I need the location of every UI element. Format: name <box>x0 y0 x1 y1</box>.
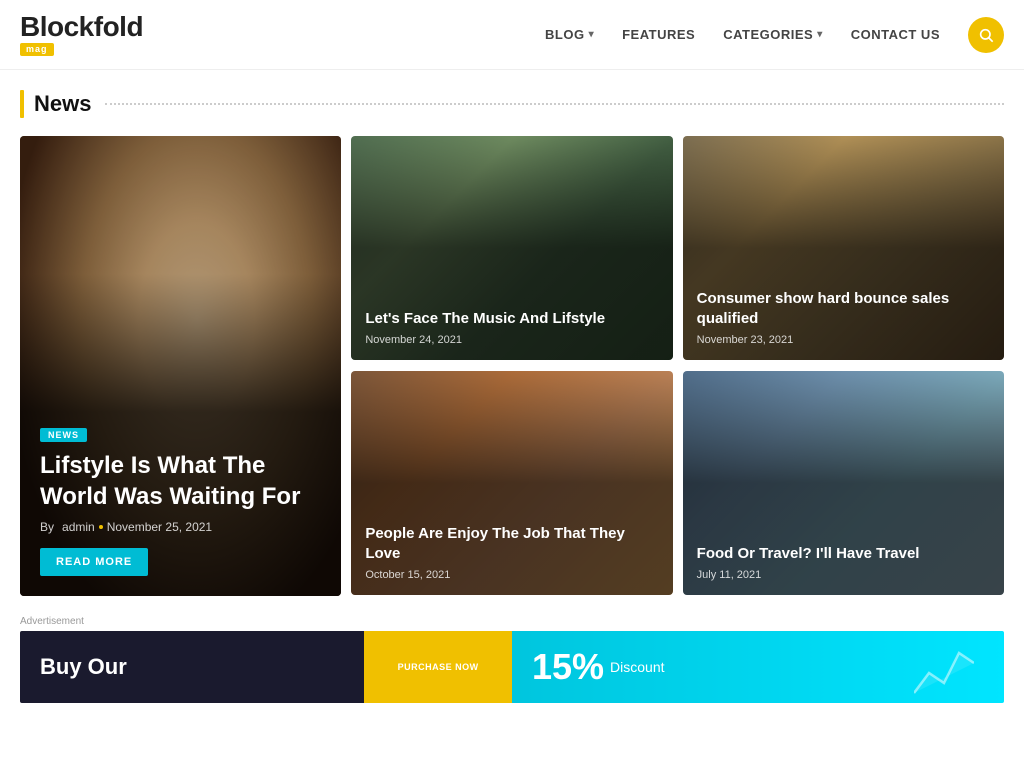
news-card-3-title: People Are Enjoy The Job That They Love <box>365 524 658 563</box>
news-card-1-content: Let's Face The Music And Lifstyle Novemb… <box>351 295 672 361</box>
chevron-down-icon: ▾ <box>817 29 823 40</box>
news-main-content: NEWS Lifstyle Is What The World Was Wait… <box>20 405 341 596</box>
news-card-3-content: People Are Enjoy The Job That They Love … <box>351 510 672 595</box>
ad-buy-text: Buy Our <box>40 654 127 680</box>
logo-badge: mag <box>20 43 54 56</box>
news-grid: NEWS Lifstyle Is What The World Was Wait… <box>20 136 1004 596</box>
read-more-button[interactable]: READ MORE <box>40 548 148 576</box>
news-date: November 25, 2021 <box>107 520 212 534</box>
news-card-4[interactable]: Food Or Travel? I'll Have Travel July 11… <box>683 371 1004 595</box>
ad-off-text: Discount <box>610 659 664 675</box>
news-card-3[interactable]: People Are Enjoy The Job That They Love … <box>351 371 672 595</box>
news-card-2-date: November 23, 2021 <box>697 334 990 346</box>
section-title-bar <box>20 90 24 118</box>
ad-banner: Advertisement Buy Our PURCHASE NOW 15% D… <box>20 616 1004 703</box>
nav-item-categories[interactable]: CATEGORIES ▾ <box>723 27 823 42</box>
news-card-2[interactable]: Consumer show hard bounce sales qualifie… <box>683 136 1004 360</box>
ad-content: Buy Our PURCHASE NOW 15% Discount <box>20 631 1004 703</box>
chevron-down-icon: ▾ <box>589 29 595 40</box>
nav-item-contact[interactable]: CONTACT US <box>851 27 940 42</box>
ad-right: 15% Discount <box>512 646 1004 688</box>
logo-text: Blockfold <box>20 13 143 41</box>
news-card-3-date: October 15, 2021 <box>365 569 658 581</box>
section-header: News <box>20 90 1004 118</box>
news-main-card[interactable]: NEWS Lifstyle Is What The World Was Wait… <box>20 136 341 596</box>
ad-chart-icon <box>914 643 974 703</box>
header: Blockfold mag BLOG ▾ FEATURES CATEGORIES… <box>0 0 1024 70</box>
nav-item-blog[interactable]: BLOG ▾ <box>545 27 594 42</box>
news-card-4-title: Food Or Travel? I'll Have Travel <box>697 544 990 564</box>
nav-item-features[interactable]: FEATURES <box>622 27 695 42</box>
news-section: News NEWS Lifstyle Is What The World Was… <box>0 70 1024 596</box>
news-meta: By admin November 25, 2021 <box>40 520 321 534</box>
logo[interactable]: Blockfold mag <box>20 13 143 56</box>
news-author: admin <box>62 520 95 534</box>
news-card-1[interactable]: Let's Face The Music And Lifstyle Novemb… <box>351 136 672 360</box>
news-main-title: Lifstyle Is What The World Was Waiting F… <box>40 450 321 512</box>
search-button[interactable] <box>968 17 1004 53</box>
news-card-4-date: July 11, 2021 <box>697 569 990 581</box>
news-tag: NEWS <box>40 428 87 442</box>
ad-purchase-button[interactable]: PURCHASE NOW <box>364 631 512 703</box>
section-dots <box>105 103 1004 105</box>
ad-label: Advertisement <box>20 616 1004 627</box>
news-card-1-date: November 24, 2021 <box>365 334 658 346</box>
ad-purchase-label: PURCHASE NOW <box>398 662 479 672</box>
news-card-1-title: Let's Face The Music And Lifstyle <box>365 309 658 329</box>
dot-separator <box>99 525 103 529</box>
ad-left: Buy Our <box>20 654 364 680</box>
news-author-prefix: By <box>40 520 54 534</box>
news-card-4-content: Food Or Travel? I'll Have Travel July 11… <box>683 530 1004 596</box>
news-card-2-title: Consumer show hard bounce sales qualifie… <box>697 289 990 328</box>
main-nav: BLOG ▾ FEATURES CATEGORIES ▾ CONTACT US <box>545 17 1004 53</box>
news-card-2-content: Consumer show hard bounce sales qualifie… <box>683 275 1004 360</box>
ad-discount: 15% <box>532 646 604 688</box>
section-title: News <box>34 91 91 117</box>
search-icon <box>978 27 994 43</box>
